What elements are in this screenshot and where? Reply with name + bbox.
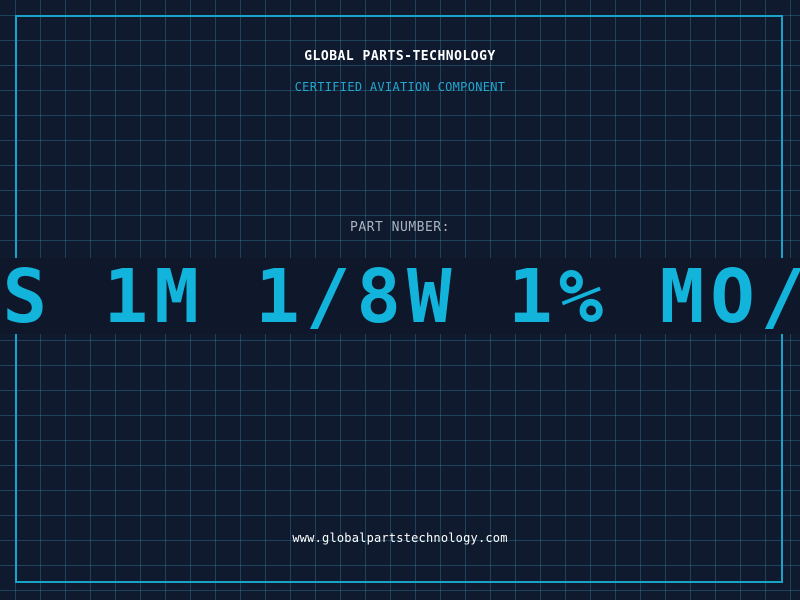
page: GLOBAL PARTS-TECHNOLOGY CERTIFIED AVIATI…: [0, 0, 800, 600]
certification-subtitle: CERTIFIED AVIATION COMPONENT: [294, 80, 506, 94]
part-number-value: ES 1M 1/8W 1% MO/P: [0, 258, 800, 334]
website-url: www.globalpartstechnology.com: [292, 531, 508, 545]
part-number-label: PART NUMBER:: [350, 220, 450, 235]
part-number-band: ES 1M 1/8W 1% MO/P: [0, 258, 800, 334]
company-name: GLOBAL PARTS-TECHNOLOGY: [304, 49, 496, 64]
